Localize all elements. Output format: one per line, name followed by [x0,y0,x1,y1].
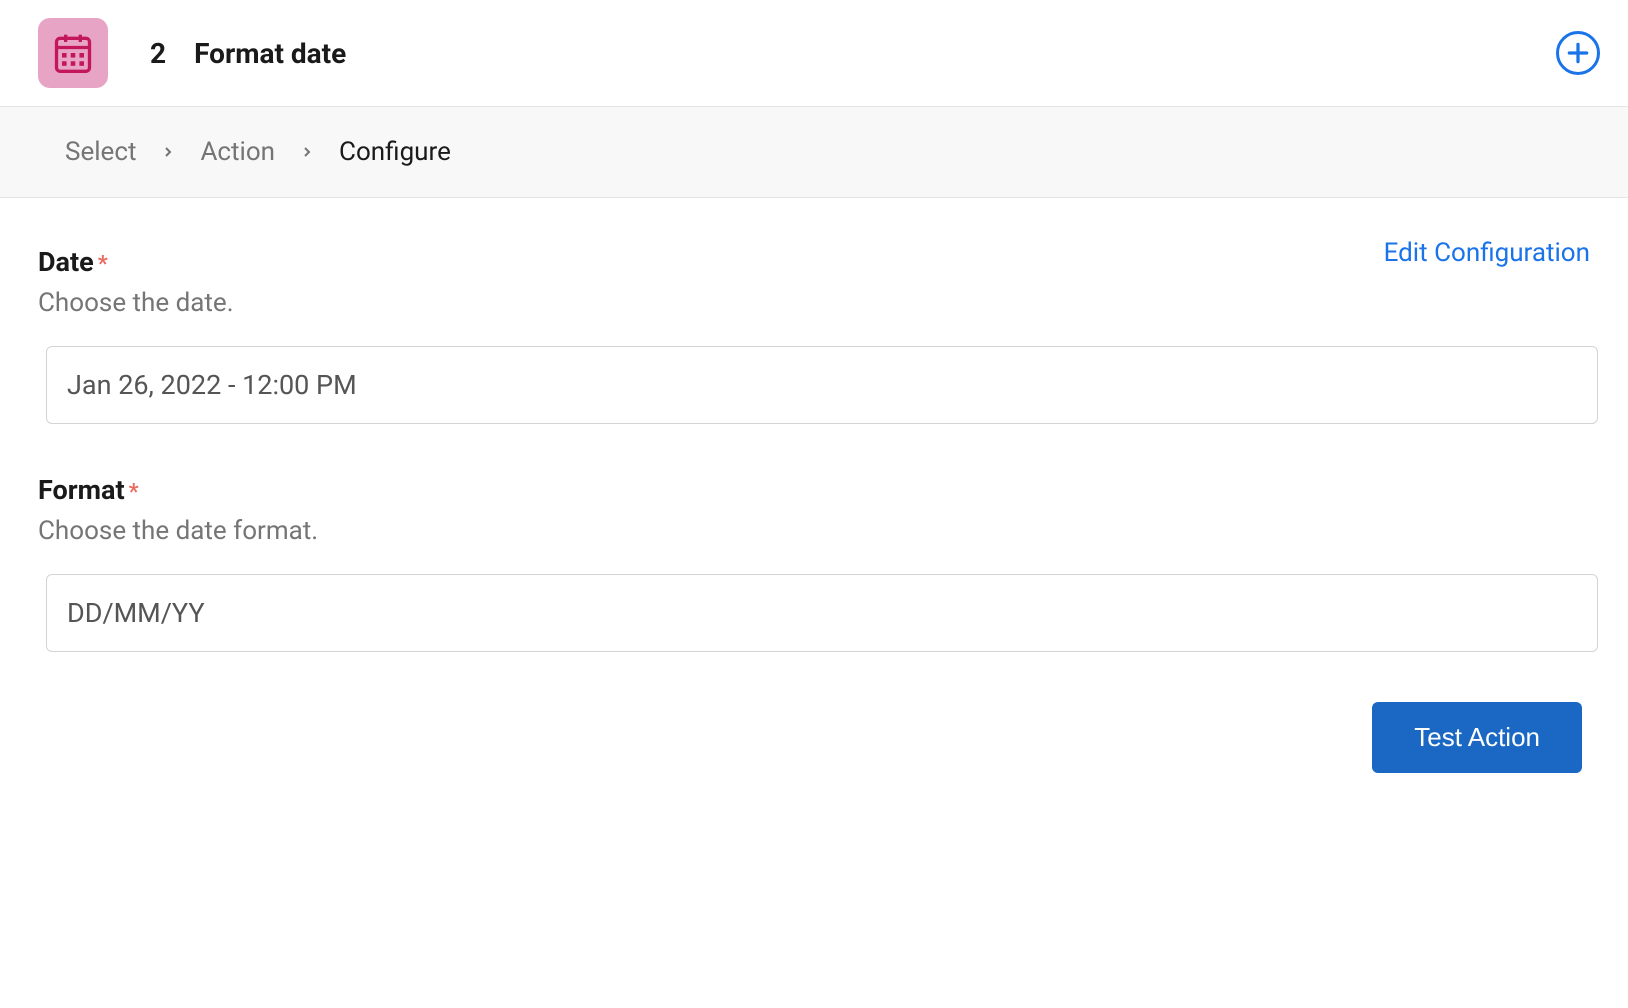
required-asterisk-icon: * [98,252,108,277]
breadcrumb: Select Action Configure [0,107,1628,198]
field-label-row: Date * [38,246,1590,278]
date-input[interactable]: Jan 26, 2022 - 12:00 PM [46,346,1598,424]
date-field-label: Date [38,246,94,278]
field-group-format: Format * Choose the date format. DD/MM/Y… [38,474,1590,652]
add-step-button[interactable] [1556,31,1600,75]
format-field-description: Choose the date format. [38,516,1590,546]
breadcrumb-item-configure[interactable]: Configure [339,137,451,167]
format-input-value: DD/MM/YY [67,597,205,629]
date-field-description: Choose the date. [38,288,1590,318]
chevron-right-icon [299,144,315,160]
step-title: Format date [194,37,346,70]
plus-icon [1565,40,1591,66]
required-asterisk-icon: * [129,480,139,505]
step-icon-box [38,18,108,88]
actions-row: Test Action [38,702,1590,773]
header-left: 2 Format date [38,18,346,88]
field-group-date: Date * Choose the date. Jan 26, 2022 - 1… [38,246,1590,424]
step-header: 2 Format date [0,0,1628,107]
step-number: 2 [150,37,166,70]
format-field-label: Format [38,474,125,506]
content-area: Edit Configuration Date * Choose the dat… [0,198,1628,811]
calendar-icon [51,31,95,75]
format-input[interactable]: DD/MM/YY [46,574,1598,652]
field-label-row: Format * [38,474,1590,506]
date-input-value: Jan 26, 2022 - 12:00 PM [67,369,357,401]
breadcrumb-item-select[interactable]: Select [65,137,136,167]
test-action-button[interactable]: Test Action [1372,702,1582,773]
breadcrumb-item-action[interactable]: Action [200,137,275,167]
chevron-right-icon [160,144,176,160]
edit-configuration-link[interactable]: Edit Configuration [1384,238,1590,268]
